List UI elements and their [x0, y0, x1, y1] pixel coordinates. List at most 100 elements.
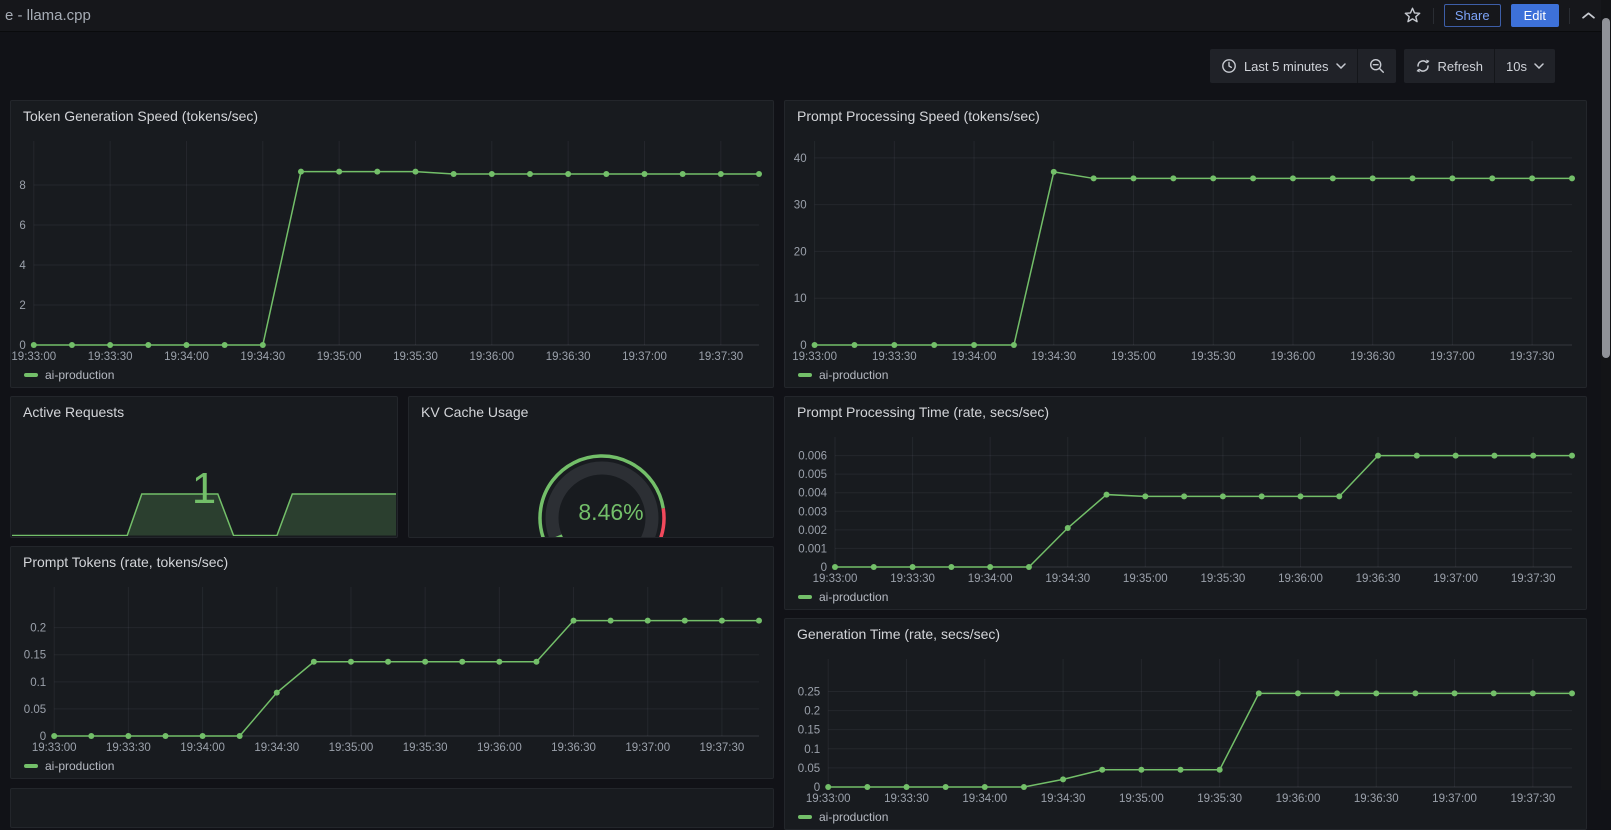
panel-partial-next-row [10, 788, 774, 828]
svg-text:19:33:00: 19:33:00 [11, 351, 56, 363]
time-range-picker[interactable]: Last 5 minutes [1210, 49, 1357, 83]
svg-text:19:36:00: 19:36:00 [1278, 573, 1323, 585]
header-divider [1432, 7, 1434, 24]
scrollbar-track[interactable] [1601, 0, 1611, 790]
panel-title[interactable]: Prompt Processing Speed (tokens/sec) [797, 108, 1040, 124]
time-range-group: Last 5 minutes [1209, 49, 1396, 83]
refresh-icon [1415, 58, 1431, 74]
svg-text:2: 2 [19, 300, 25, 312]
svg-text:19:33:00: 19:33:00 [813, 573, 858, 585]
prompt-tokens-chart[interactable]: 0 0.05 0.1 0.15 0.2 19:33:00 19:33:30 19:34:00 1… [11, 579, 773, 754]
svg-text:0.004: 0.004 [798, 488, 827, 500]
svg-text:19:37:30: 19:37:30 [1511, 573, 1556, 585]
panel-title[interactable]: Active Requests [23, 404, 124, 420]
legend-item[interactable]: ai-production [798, 590, 888, 604]
panel-prompt-processing-speed: Prompt Processing Speed (tokens/sec) 0 10… [784, 100, 1587, 388]
legend-item[interactable]: ai-production [24, 368, 114, 382]
legend-item[interactable]: ai-production [798, 368, 888, 382]
svg-text:19:35:30: 19:35:30 [1191, 351, 1236, 363]
svg-text:0.05: 0.05 [24, 704, 46, 716]
svg-text:19:36:00: 19:36:00 [477, 742, 522, 754]
panel-title[interactable]: Token Generation Speed (tokens/sec) [23, 108, 258, 124]
top-header: e - llama.cpp Share Edit [0, 0, 1611, 32]
panel-generation-time: Generation Time (rate, secs/sec) 0 0.05 0.… [784, 618, 1587, 830]
svg-text:19:36:00: 19:36:00 [1271, 351, 1316, 363]
legend-swatch [798, 595, 812, 599]
zoom-out-icon [1369, 58, 1385, 74]
svg-text:0.1: 0.1 [804, 744, 820, 756]
legend-label: ai-production [45, 368, 115, 382]
panel-title[interactable]: Prompt Tokens (rate, tokens/sec) [23, 554, 228, 570]
svg-text:19:37:30: 19:37:30 [1510, 793, 1555, 805]
panel-title[interactable]: KV Cache Usage [421, 404, 528, 420]
svg-text:19:35:30: 19:35:30 [393, 351, 438, 363]
svg-text:19:36:30: 19:36:30 [1356, 573, 1401, 585]
svg-text:19:33:30: 19:33:30 [884, 793, 929, 805]
legend-item[interactable]: ai-production [24, 759, 114, 773]
header-divider-2 [1569, 7, 1570, 24]
svg-text:19:35:00: 19:35:00 [1111, 351, 1156, 363]
edit-button[interactable]: Edit [1510, 4, 1559, 27]
svg-text:19:37:30: 19:37:30 [1510, 351, 1555, 363]
svg-text:19:37:30: 19:37:30 [698, 351, 743, 363]
legend-label: ai-production [45, 759, 115, 773]
svg-text:0.15: 0.15 [798, 725, 820, 737]
svg-text:19:35:30: 19:35:30 [403, 742, 448, 754]
legend-swatch [798, 373, 812, 377]
panel-prompt-processing-time: Prompt Processing Time (rate, secs/sec) … [784, 396, 1587, 610]
time-range-label: Last 5 minutes [1243, 58, 1329, 74]
svg-text:30: 30 [794, 200, 807, 212]
legend-swatch [798, 815, 812, 819]
scrollbar-thumb[interactable] [1602, 18, 1610, 358]
zoom-out-button[interactable] [1358, 49, 1396, 83]
star-icon[interactable] [1402, 5, 1423, 26]
svg-text:19:34:00: 19:34:00 [164, 351, 209, 363]
dashboard-title: e - llama.cpp [5, 7, 91, 24]
svg-text:0.05: 0.05 [798, 763, 820, 775]
svg-text:19:36:00: 19:36:00 [469, 351, 514, 363]
grafana-dashboard: { "header": { "title": "e - llama.cpp", … [0, 0, 1611, 830]
svg-text:0.006: 0.006 [798, 451, 827, 463]
svg-text:19:33:30: 19:33:30 [88, 351, 133, 363]
legend-swatch [24, 764, 38, 768]
panel-prompt-tokens: Prompt Tokens (rate, tokens/sec) 0 0.05 0.… [10, 546, 774, 779]
svg-text:0.2: 0.2 [30, 623, 46, 635]
token-generation-speed-chart[interactable]: 0 2 4 6 8 19:33:00 19:33:30 19:34:00 19:34:30 19:… [11, 133, 773, 363]
legend-label: ai-production [819, 368, 889, 382]
svg-text:0.2: 0.2 [804, 706, 820, 718]
svg-text:6: 6 [19, 220, 25, 232]
svg-text:0.003: 0.003 [798, 506, 827, 518]
svg-text:19:34:30: 19:34:30 [1045, 573, 1090, 585]
legend-item[interactable]: ai-production [798, 810, 888, 824]
clock-icon [1221, 58, 1237, 74]
svg-text:0.001: 0.001 [798, 543, 827, 555]
chevron-down-icon [1534, 63, 1544, 69]
refresh-button[interactable]: Refresh [1404, 49, 1495, 83]
svg-text:19:36:00: 19:36:00 [1276, 793, 1321, 805]
panel-title[interactable]: Prompt Processing Time (rate, secs/sec) [797, 404, 1049, 420]
svg-text:19:36:30: 19:36:30 [1350, 351, 1395, 363]
refresh-label: Refresh [1437, 58, 1484, 74]
kv-cache-value: 8.46% [578, 499, 644, 525]
svg-text:19:35:30: 19:35:30 [1201, 573, 1246, 585]
svg-text:19:37:00: 19:37:00 [1430, 351, 1475, 363]
legend-label: ai-production [819, 810, 889, 824]
svg-text:19:34:00: 19:34:00 [952, 351, 997, 363]
generation-time-chart[interactable]: 0 0.05 0.1 0.15 0.2 0.25 19:33:00 19:33:30 19:34… [785, 651, 1586, 805]
svg-text:19:35:00: 19:35:00 [329, 742, 374, 754]
svg-text:19:36:30: 19:36:30 [551, 742, 596, 754]
svg-text:19:37:30: 19:37:30 [700, 742, 745, 754]
svg-text:19:37:00: 19:37:00 [1432, 793, 1477, 805]
refresh-interval-select[interactable]: 10s [1495, 49, 1555, 83]
svg-text:19:34:30: 19:34:30 [1031, 351, 1076, 363]
svg-text:19:35:00: 19:35:00 [317, 351, 362, 363]
collapse-chevron-up-icon[interactable] [1580, 10, 1597, 21]
prompt-processing-speed-chart[interactable]: 0 10 20 30 40 19:33:00 19:33:30 19:34:00 19:34:3… [785, 133, 1586, 363]
share-button[interactable]: Share [1443, 4, 1501, 27]
refresh-interval-label: 10s [1506, 58, 1527, 74]
prompt-processing-time-chart[interactable]: 0 0.001 0.002 0.003 0.004 0.005 0.006 19:33:00 1… [785, 429, 1586, 585]
svg-text:19:34:00: 19:34:00 [180, 742, 225, 754]
svg-text:0.1: 0.1 [30, 677, 46, 689]
svg-text:19:34:30: 19:34:30 [1041, 793, 1086, 805]
panel-title[interactable]: Generation Time (rate, secs/sec) [797, 626, 1000, 642]
